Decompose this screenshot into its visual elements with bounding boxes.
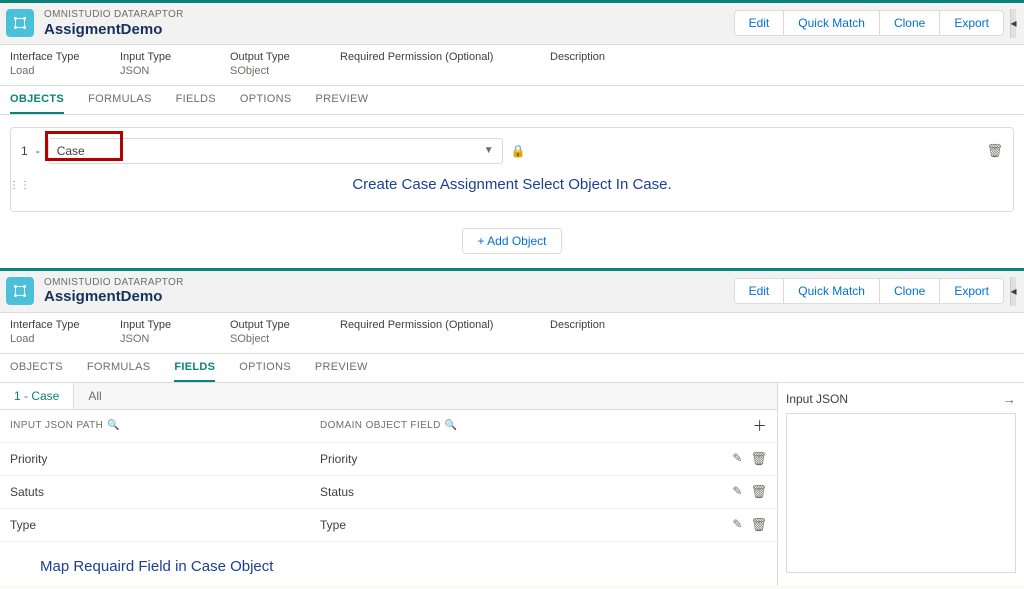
- record-name: AssigmentDemo: [44, 21, 734, 38]
- dataraptor-panel-1: OMNISTUDIO DATARAPTOR AssigmentDemo Edit…: [0, 0, 1024, 45]
- domain-field-cell: Status: [320, 485, 723, 499]
- input-path-cell: Priority: [10, 452, 320, 466]
- export-button[interactable]: Export: [940, 278, 1004, 304]
- edit-button[interactable]: Edit: [734, 278, 785, 304]
- tabs-2: OBJECTS FORMULAS FIELDS OPTIONS PREVIEW: [0, 354, 1024, 383]
- interface-type-label: Interface Type: [10, 319, 80, 331]
- detail-row-1: Interface Type Load Input Type JSON Output…: [0, 45, 1024, 86]
- delete-object-icon[interactable]: 🗑: [986, 143, 1003, 159]
- input-type-value: JSON: [120, 333, 190, 345]
- req-perm-label: Required Permission (Optional): [340, 319, 510, 331]
- record-eyebrow-2: OMNISTUDIO DATARAPTOR: [44, 277, 734, 289]
- delete-icon[interactable]: 🗑: [750, 451, 767, 467]
- output-type-value: SObject: [230, 333, 300, 345]
- page-edge-icon: ◂: [1010, 9, 1016, 38]
- interface-type-value: Load: [10, 65, 80, 77]
- input-type-label: Input Type: [120, 319, 190, 331]
- delete-icon[interactable]: 🗑: [750, 517, 767, 533]
- tab-options[interactable]: OPTIONS: [240, 86, 292, 114]
- object-card: 1 - Case ▼ 🔒 🗑 ⋮⋮ Create Case Assignment…: [10, 127, 1014, 212]
- fields-area: 1 - Case All INPUT JSON PATH 🔍 DOMAIN OB…: [0, 383, 1024, 585]
- req-perm-label: Required Permission (Optional): [340, 51, 510, 63]
- tab-objects[interactable]: OBJECTS: [10, 86, 64, 114]
- dataraptor-icon: [6, 277, 34, 305]
- interface-type-value: Load: [10, 333, 80, 345]
- add-object-wrap: + Add Object: [0, 218, 1024, 268]
- caption-1: Create Case Assignment Select Object In …: [21, 164, 1003, 197]
- tab-preview[interactable]: PREVIEW: [316, 86, 369, 114]
- input-json-title: Input JSON: [786, 392, 848, 406]
- input-json-panel: Input JSON →: [778, 383, 1024, 585]
- add-field-icon[interactable]: ＋: [747, 416, 767, 436]
- edit-icon[interactable]: ✎: [732, 517, 742, 533]
- tab-objects[interactable]: OBJECTS: [10, 354, 63, 382]
- dataraptor-panel-2: OMNISTUDIO DATARAPTOR AssigmentDemo Edit…: [0, 268, 1024, 313]
- input-json-path-header: INPUT JSON PATH: [10, 420, 103, 431]
- detail-row-2: Interface Type Load Input Type JSON Output…: [0, 313, 1024, 354]
- output-type-label: Output Type: [230, 319, 300, 331]
- description-label: Description: [550, 319, 620, 331]
- edit-icon[interactable]: ✎: [732, 484, 742, 500]
- edit-button[interactable]: Edit: [734, 10, 785, 36]
- subtab-1-case[interactable]: 1 - Case: [0, 383, 74, 409]
- arrow-right-icon[interactable]: →: [1002, 391, 1016, 407]
- tab-fields[interactable]: FIELDS: [174, 354, 215, 382]
- object-select-value: Case: [57, 144, 85, 158]
- search-icon[interactable]: 🔍: [445, 420, 458, 431]
- search-icon[interactable]: 🔍: [107, 420, 120, 431]
- tabs-1: OBJECTS FORMULAS FIELDS OPTIONS PREVIEW: [0, 86, 1024, 115]
- input-json-textarea[interactable]: [786, 413, 1016, 573]
- tab-fields[interactable]: FIELDS: [176, 86, 216, 114]
- subtab-all[interactable]: All: [74, 383, 115, 409]
- input-type-value: JSON: [120, 65, 190, 77]
- field-row: Priority Priority ✎ 🗑: [0, 443, 777, 476]
- tab-preview[interactable]: PREVIEW: [315, 354, 368, 382]
- record-name-2: AssigmentDemo: [44, 288, 734, 305]
- add-object-button[interactable]: + Add Object: [462, 228, 561, 254]
- quick-match-button[interactable]: Quick Match: [784, 10, 880, 36]
- field-row: Type Type ✎ 🗑: [0, 509, 777, 542]
- tab-options[interactable]: OPTIONS: [239, 354, 291, 382]
- object-dash: -: [36, 144, 40, 158]
- field-row: Satuts Status ✎ 🗑: [0, 476, 777, 509]
- objects-body: 1 - Case ▼ 🔒 🗑 ⋮⋮ Create Case Assignment…: [0, 115, 1024, 218]
- object-select[interactable]: Case ▼: [48, 138, 503, 164]
- input-path-cell: Satuts: [10, 485, 320, 499]
- caption-2: Map Requaird Field in Case Object: [0, 542, 777, 585]
- edit-icon[interactable]: ✎: [732, 451, 742, 467]
- output-type-label: Output Type: [230, 51, 300, 63]
- field-columns-header: INPUT JSON PATH 🔍 DOMAIN OBJECT FIELD 🔍 …: [0, 410, 777, 443]
- interface-type-label: Interface Type: [10, 51, 80, 63]
- domain-object-field-header: DOMAIN OBJECT FIELD: [320, 420, 441, 431]
- action-buttons-2: Edit Quick Match Clone Export: [734, 278, 1004, 304]
- drag-handle-icon[interactable]: ⋮⋮: [9, 180, 31, 191]
- tab-formulas[interactable]: FORMULAS: [87, 354, 151, 382]
- page-edge-icon: ◂: [1010, 277, 1016, 306]
- description-label: Description: [550, 51, 620, 63]
- quick-match-button[interactable]: Quick Match: [784, 278, 880, 304]
- dataraptor-icon: [6, 9, 34, 37]
- delete-icon[interactable]: 🗑: [750, 484, 767, 500]
- input-path-cell: Type: [10, 518, 320, 532]
- domain-field-cell: Priority: [320, 452, 723, 466]
- field-subtabs: 1 - Case All: [0, 383, 777, 410]
- chevron-down-icon: ▼: [484, 145, 494, 156]
- export-button[interactable]: Export: [940, 10, 1004, 36]
- input-type-label: Input Type: [120, 51, 190, 63]
- panel-header: OMNISTUDIO DATARAPTOR AssigmentDemo Edit…: [0, 3, 1024, 44]
- clone-button[interactable]: Clone: [880, 10, 940, 36]
- fields-left: 1 - Case All INPUT JSON PATH 🔍 DOMAIN OB…: [0, 383, 778, 585]
- object-index: 1: [21, 144, 28, 158]
- clone-button[interactable]: Clone: [880, 278, 940, 304]
- lock-icon: 🔒: [511, 144, 526, 158]
- action-buttons: Edit Quick Match Clone Export: [734, 10, 1004, 36]
- panel-header-2: OMNISTUDIO DATARAPTOR AssigmentDemo Edit…: [0, 271, 1024, 312]
- tab-formulas[interactable]: FORMULAS: [88, 86, 152, 114]
- object-row: 1 - Case ▼ 🔒 🗑: [21, 138, 1003, 164]
- output-type-value: SObject: [230, 65, 300, 77]
- record-eyebrow: OMNISTUDIO DATARAPTOR: [44, 9, 734, 21]
- domain-field-cell: Type: [320, 518, 723, 532]
